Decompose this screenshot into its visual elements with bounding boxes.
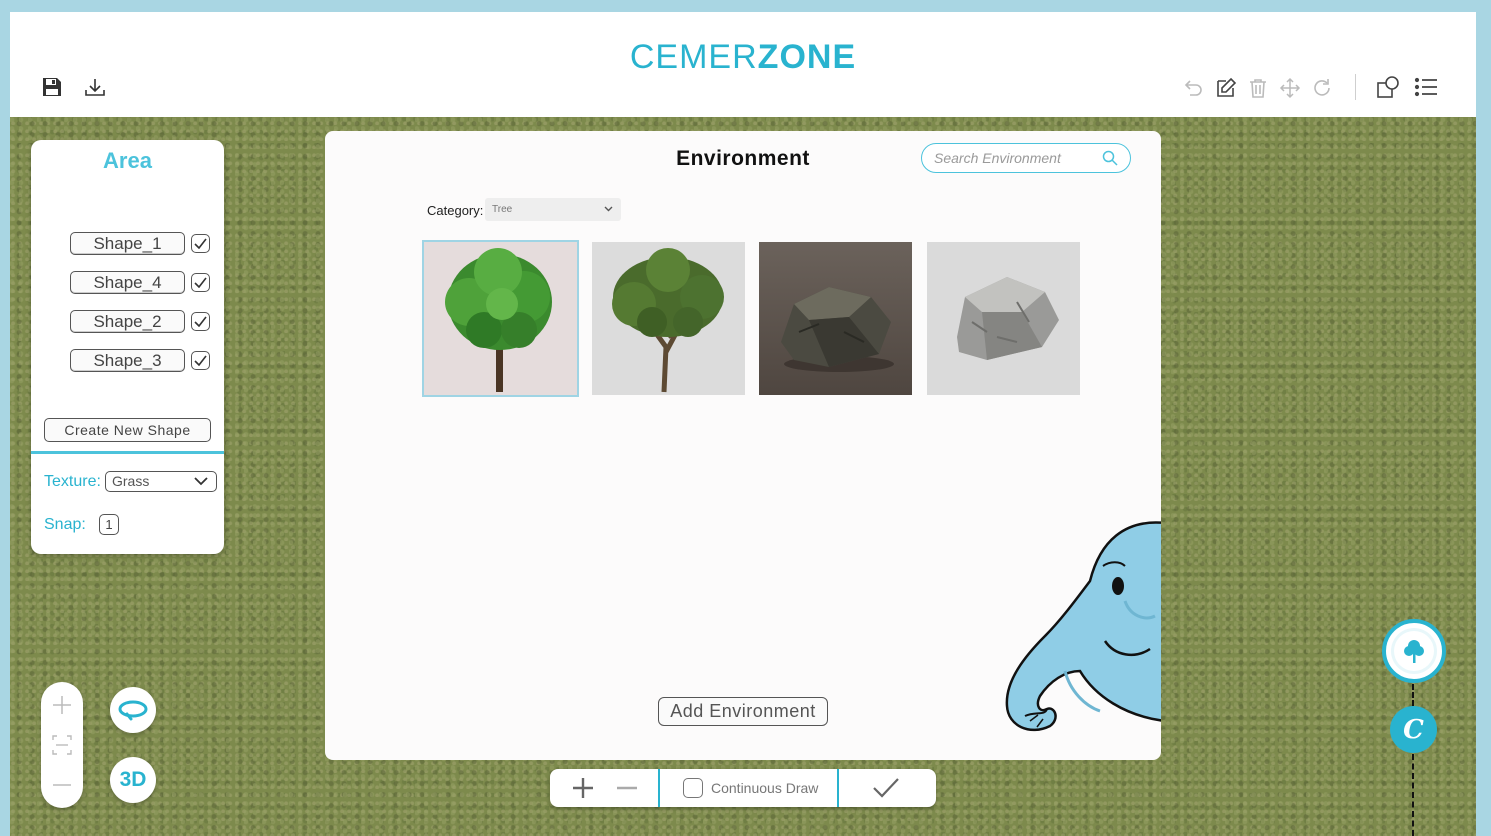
continuous-draw-checkbox[interactable] xyxy=(683,778,703,798)
drawing-toolbar: Continuous Draw xyxy=(550,769,936,807)
chevron-down-icon xyxy=(604,206,613,212)
environment-item-tree-1[interactable] xyxy=(422,240,579,397)
snap-input[interactable]: 1 xyxy=(99,514,119,535)
elephant-mascot xyxy=(1005,521,1161,732)
category-label: Category: xyxy=(427,203,484,218)
copy-shape-icon[interactable] xyxy=(1375,74,1401,100)
search-icon[interactable] xyxy=(1102,150,1118,166)
environment-panel: Environment Category: Tree xyxy=(325,131,1161,760)
add-environment-button[interactable]: Add Environment xyxy=(658,697,828,726)
environment-item-rock-2[interactable] xyxy=(927,242,1080,395)
check-icon xyxy=(194,238,207,249)
shape-row: Shape_3 xyxy=(70,349,210,372)
confirm-button[interactable] xyxy=(866,769,906,807)
checkmark-icon xyxy=(873,778,899,798)
tree-thumbnail xyxy=(592,242,745,395)
shape-visibility-checkbox[interactable] xyxy=(191,234,210,253)
tree-icon xyxy=(1404,640,1424,663)
logo-mode-button[interactable]: C xyxy=(1390,706,1437,753)
continuous-draw-toggle[interactable]: Continuous Draw xyxy=(683,769,818,807)
rotate-icon[interactable] xyxy=(1309,75,1335,101)
zoom-in-button[interactable] xyxy=(41,685,83,725)
minus-icon xyxy=(53,784,71,786)
shape-button[interactable]: Shape_2 xyxy=(70,310,185,333)
check-icon xyxy=(194,355,207,366)
zoom-out-button[interactable] xyxy=(41,765,83,805)
save-icon[interactable] xyxy=(39,74,65,100)
shape-button[interactable]: Shape_4 xyxy=(70,271,185,294)
environment-mode-inner xyxy=(1391,628,1437,674)
mode-connector xyxy=(1412,754,1414,836)
delete-icon[interactable] xyxy=(1245,75,1271,101)
shape-button[interactable]: Shape_3 xyxy=(70,349,185,372)
minus-icon xyxy=(617,786,637,790)
undo-icon[interactable] xyxy=(1180,75,1206,101)
view-3d-button[interactable]: 3D xyxy=(110,757,156,803)
tree-thumbnail xyxy=(424,242,577,395)
texture-label: Texture: xyxy=(44,473,101,490)
snap-label: Snap: xyxy=(44,516,86,533)
app-logo: CEMERZONE xyxy=(10,38,1476,77)
list-icon[interactable] xyxy=(1413,74,1439,100)
environment-item-tree-2[interactable] xyxy=(592,242,745,395)
area-title: Area xyxy=(103,148,152,173)
logo-text-bold: ZONE xyxy=(757,38,857,76)
logo-text-light: CEMER xyxy=(629,38,758,76)
move-icon[interactable] xyxy=(1277,75,1303,101)
shape-row: Shape_4 xyxy=(70,271,210,294)
search-box xyxy=(921,143,1131,173)
check-icon xyxy=(194,277,207,288)
rotate-view-icon xyxy=(118,700,148,721)
toolbar-separator xyxy=(837,769,839,807)
continuous-draw-label: Continuous Draw xyxy=(711,780,819,796)
add-point-button[interactable] xyxy=(564,769,602,807)
toolbar-separator xyxy=(658,769,660,807)
rotate-view-button[interactable] xyxy=(110,687,156,733)
view-3d-label: 3D xyxy=(119,768,147,791)
rock-thumbnail xyxy=(759,242,912,395)
fit-view-icon xyxy=(52,735,72,755)
environment-item-rock-1[interactable] xyxy=(759,242,912,395)
shape-row: Shape_1 xyxy=(70,232,210,255)
logo-mode-letter: C xyxy=(1403,714,1424,745)
remove-point-button[interactable] xyxy=(608,769,646,807)
fit-view-button[interactable] xyxy=(41,725,83,765)
rock-thumbnail xyxy=(927,242,1080,395)
edit-icon[interactable] xyxy=(1213,75,1239,101)
check-icon xyxy=(194,316,207,327)
shape-visibility-checkbox[interactable] xyxy=(191,273,210,292)
chevron-down-icon xyxy=(194,477,208,486)
shape-visibility-checkbox[interactable] xyxy=(191,351,210,370)
category-select[interactable]: Tree xyxy=(485,198,621,221)
plus-icon xyxy=(573,778,593,798)
search-input[interactable] xyxy=(934,149,1099,167)
create-new-shape-button[interactable]: Create New Shape xyxy=(44,418,211,442)
plus-icon xyxy=(53,696,71,714)
category-select-value: Tree xyxy=(492,204,513,215)
shape-button[interactable]: Shape_1 xyxy=(70,232,185,255)
shape-row: Shape_2 xyxy=(70,310,210,333)
area-panel: Area Shape_1 Shape_4 Shape_2 Shape_3 Cre… xyxy=(31,140,224,554)
download-icon[interactable] xyxy=(82,74,108,100)
top-bar: CEMERZONE xyxy=(10,12,1476,117)
divider xyxy=(31,451,224,454)
mode-connector xyxy=(1412,684,1414,706)
environment-mode-button[interactable] xyxy=(1382,619,1446,683)
shape-visibility-checkbox[interactable] xyxy=(191,312,210,331)
zoom-controls xyxy=(41,682,83,808)
texture-select[interactable]: Grass xyxy=(105,471,217,492)
toolbar-separator xyxy=(1355,74,1356,100)
texture-select-value: Grass xyxy=(112,473,150,489)
